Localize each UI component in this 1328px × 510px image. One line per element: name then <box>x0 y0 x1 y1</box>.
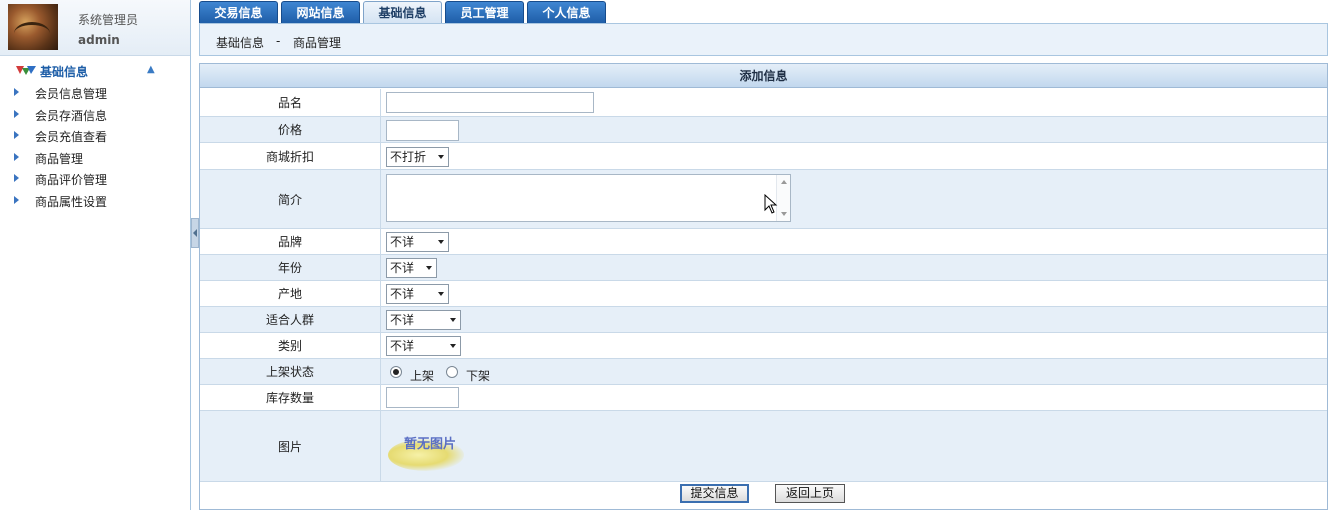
stock-input[interactable] <box>386 387 459 408</box>
field-label: 图片 <box>200 411 381 481</box>
field-label: 简介 <box>200 170 381 228</box>
sidebar: 系统管理员 admin 基础信息 ▲ 会员信息管理 会员存酒信息 会员充值查看 … <box>0 0 191 510</box>
status-option-label: 上架 <box>410 369 435 383</box>
chevron-down-icon <box>426 266 432 270</box>
triangle-right-icon <box>14 174 19 182</box>
collapse-icon[interactable]: ▲ <box>147 64 159 76</box>
avatar <box>8 4 58 50</box>
submit-button[interactable]: 提交信息 <box>680 484 749 503</box>
origin-select-value: 不详 <box>390 287 415 301</box>
row-year: 年份 不详 <box>200 255 1327 281</box>
field-label: 价格 <box>200 117 381 142</box>
row-audience: 适合人群 不详 <box>200 307 1327 333</box>
row-price: 价格 <box>200 117 1327 143</box>
discount-select[interactable]: 不打折 <box>386 147 449 167</box>
audience-select-value: 不详 <box>390 313 415 327</box>
nav-list: 会员信息管理 会员存酒信息 会员充值查看 商品管理 商品评价管理 商品属性设置 <box>0 82 190 211</box>
breadcrumb: 基础信息 - 商品管理 <box>199 23 1328 56</box>
row-image: 图片 暂无图片 <box>200 411 1327 482</box>
sidebar-item-product-manage[interactable]: 商品管理 <box>0 147 190 169</box>
chevron-down-icon <box>450 344 456 348</box>
field-label: 适合人群 <box>200 307 381 332</box>
tab-staff-manage[interactable]: 员工管理 <box>445 1 524 23</box>
row-discount: 商城折扣 不打折 <box>200 143 1327 170</box>
brand-select-value: 不详 <box>390 235 415 249</box>
sidebar-item-member-wine[interactable]: 会员存酒信息 <box>0 104 190 126</box>
chevron-down-icon <box>438 155 444 159</box>
sidebar-toggle-handle[interactable] <box>191 218 199 248</box>
textarea-scrollbar[interactable] <box>776 175 790 221</box>
row-stock: 库存数量 <box>200 385 1327 411</box>
triangle-right-icon <box>14 109 19 118</box>
nav-section-header[interactable]: 基础信息 ▲ <box>0 62 190 80</box>
origin-select[interactable]: 不详 <box>386 284 449 304</box>
status-radio-on-shelf[interactable] <box>390 366 402 378</box>
field-label: 年份 <box>200 255 381 280</box>
breadcrumb-current: 商品管理 <box>293 36 342 50</box>
brand-select[interactable]: 不详 <box>386 232 449 252</box>
user-name: admin <box>78 33 120 47</box>
no-image-text: 暂无图片 <box>404 437 457 452</box>
sidebar-item-label: 会员存酒信息 <box>35 108 108 123</box>
triangle-right-icon <box>14 131 19 139</box>
scroll-down-icon <box>781 212 787 216</box>
row-name: 品名 <box>200 89 1327 117</box>
back-button[interactable]: 返回上页 <box>775 484 845 503</box>
mouse-cursor-icon <box>764 194 778 214</box>
sidebar-item-label: 商品属性设置 <box>35 194 108 209</box>
form-title: 添加信息 <box>200 64 1327 88</box>
category-select[interactable]: 不详 <box>386 336 461 356</box>
field-label: 类别 <box>200 333 381 358</box>
breadcrumb-root: 基础信息 <box>216 36 265 50</box>
chevron-left-icon <box>193 229 197 237</box>
sidebar-item-label: 商品评价管理 <box>35 173 108 187</box>
row-category: 类别 不详 <box>200 333 1327 359</box>
intro-textarea[interactable] <box>386 174 791 222</box>
section-logo-icon <box>16 66 36 75</box>
sidebar-item-label: 会员信息管理 <box>35 87 108 101</box>
tab-site-info[interactable]: 网站信息 <box>281 1 360 23</box>
sidebar-item-product-review[interactable]: 商品评价管理 <box>0 168 190 190</box>
price-input[interactable] <box>386 120 459 141</box>
nav-section-title: 基础信息 <box>40 65 89 79</box>
scroll-up-icon <box>781 180 787 184</box>
add-info-form: 添加信息 品名 价格 商城折扣 不打折 简介 品牌 不详 年份 不详 产地 不详… <box>199 63 1328 510</box>
row-origin: 产地 不详 <box>200 281 1327 307</box>
field-label: 品牌 <box>200 229 381 254</box>
sidebar-item-label: 会员充值查看 <box>35 130 108 144</box>
status-option-label: 下架 <box>466 369 491 383</box>
field-label: 商城折扣 <box>200 143 381 169</box>
tab-trade-info[interactable]: 交易信息 <box>199 1 278 23</box>
chevron-down-icon <box>450 318 456 322</box>
tab-basic-info[interactable]: 基础信息 <box>363 1 442 23</box>
year-select-value: 不详 <box>390 261 415 275</box>
status-radio-off-shelf[interactable] <box>446 366 458 378</box>
tab-personal-info[interactable]: 个人信息 <box>527 1 606 23</box>
triangle-right-icon <box>14 88 19 96</box>
triangle-right-icon <box>14 152 19 161</box>
sidebar-item-member-recharge[interactable]: 会员充值查看 <box>0 125 190 147</box>
row-status: 上架状态 上架 下架 <box>200 359 1327 385</box>
field-label: 上架状态 <box>200 359 381 384</box>
sidebar-item-label: 商品管理 <box>35 151 84 166</box>
no-image-placeholder[interactable]: 暂无图片 <box>386 419 466 473</box>
name-input[interactable] <box>386 92 594 113</box>
field-label: 产地 <box>200 281 381 306</box>
field-label: 品名 <box>200 89 381 116</box>
user-role: 系统管理员 <box>78 13 139 27</box>
discount-select-value: 不打折 <box>390 150 427 164</box>
year-select[interactable]: 不详 <box>386 258 437 278</box>
audience-select[interactable]: 不详 <box>386 310 461 330</box>
row-actions: 提交信息 返回上页 <box>200 482 1327 509</box>
user-box: 系统管理员 admin <box>0 0 190 56</box>
row-brand: 品牌 不详 <box>200 229 1327 255</box>
breadcrumb-separator: - <box>276 34 281 48</box>
category-select-value: 不详 <box>390 339 415 353</box>
chevron-down-icon <box>438 240 444 244</box>
sidebar-item-product-attr[interactable]: 商品属性设置 <box>0 190 190 212</box>
sidebar-item-member-info[interactable]: 会员信息管理 <box>0 82 190 104</box>
field-label: 库存数量 <box>200 385 381 410</box>
chevron-down-icon <box>438 292 444 296</box>
triangle-right-icon <box>14 195 19 204</box>
